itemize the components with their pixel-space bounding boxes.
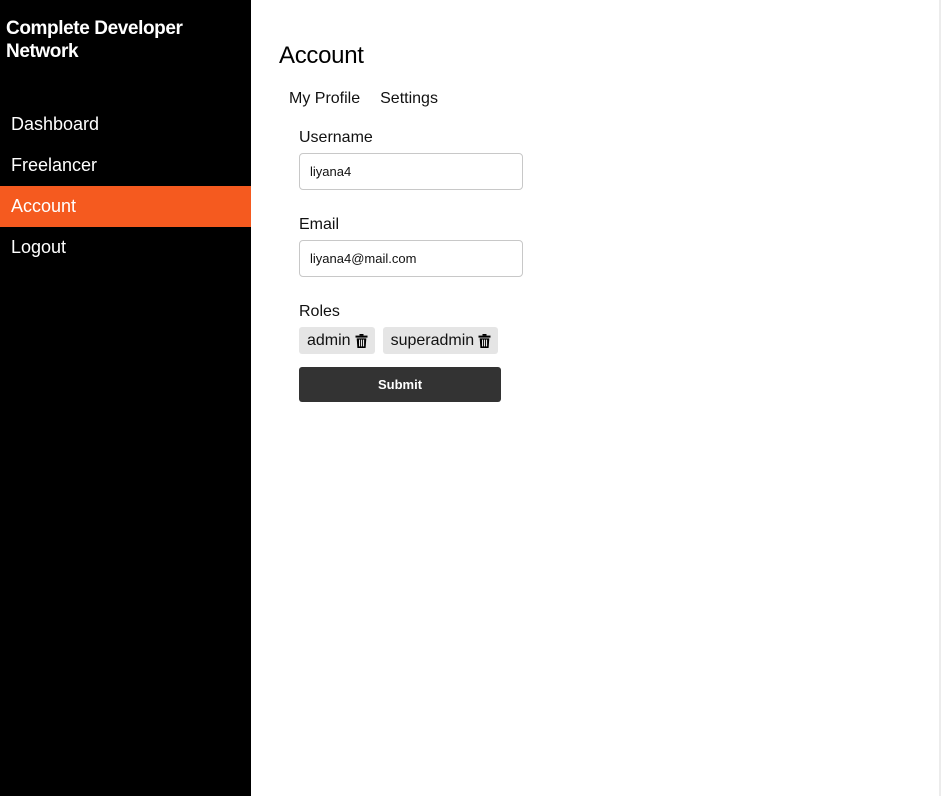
tab-bar: My Profile Settings [289,89,438,109]
main-content: Account My Profile Settings Username Ema… [251,0,939,796]
roles-group: Roles admin superadmin [299,302,599,354]
roles-list: admin superadmin [299,327,599,354]
role-name: superadmin [390,331,475,349]
tab-settings[interactable]: Settings [380,89,438,109]
role-name: admin [307,331,351,349]
sidebar: Complete Developer Network Dashboard Fre… [0,0,251,796]
sidebar-item-dashboard[interactable]: Dashboard [0,104,251,145]
tab-my-profile[interactable]: My Profile [289,89,360,109]
trash-icon[interactable] [478,333,491,348]
brand-title: Complete Developer Network [6,18,183,62]
sidebar-item-logout[interactable]: Logout [0,227,251,268]
email-group: Email [299,215,599,277]
roles-label: Roles [299,303,340,320]
profile-form: Username Email Roles admin [299,128,599,379]
sidebar-nav: Dashboard Freelancer Account Logout [0,104,251,268]
role-chip-superadmin: superadmin [382,327,499,354]
role-chip-admin: admin [299,327,375,354]
sidebar-item-account[interactable]: Account [0,186,251,227]
sidebar-item-freelancer[interactable]: Freelancer [0,145,251,186]
page-title: Account [279,42,364,69]
email-label: Email [299,216,340,233]
username-group: Username [299,128,599,190]
username-input[interactable] [299,153,523,190]
email-input[interactable] [299,240,523,277]
username-label: Username [299,129,373,146]
app-root: Complete Developer Network Dashboard Fre… [0,0,941,796]
submit-button[interactable]: Submit [299,367,501,402]
trash-icon[interactable] [355,333,368,348]
